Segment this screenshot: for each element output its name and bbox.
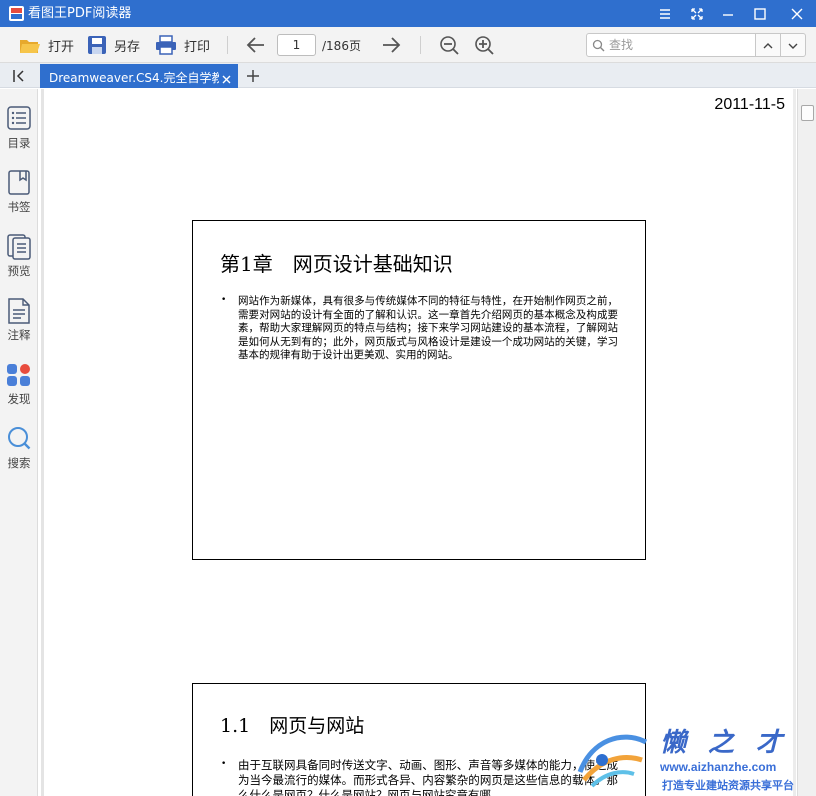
collapse-sidebar-button[interactable]	[12, 68, 26, 87]
zoom-in-icon	[475, 36, 494, 55]
plus-icon	[247, 70, 259, 82]
slide-body: 由于互联网具备同时传送文字、动画、图形、声音等多媒体的能力，使之成为当今最流行的…	[238, 758, 618, 796]
title-bar: 看图王PDF阅读器	[0, 0, 816, 27]
prev-page-button[interactable]	[245, 33, 267, 57]
chevron-down-icon	[788, 43, 798, 49]
sidebar-item-bookmarks[interactable]: 书签	[0, 169, 38, 227]
search-prev-button[interactable]	[755, 33, 781, 57]
page-edge	[41, 89, 44, 796]
saveas-button[interactable]: 另存	[87, 33, 140, 57]
fullscreen-icon[interactable]	[686, 3, 708, 25]
search-next-button[interactable]	[780, 33, 806, 57]
save-icon	[88, 36, 106, 54]
maximize-button[interactable]	[749, 3, 771, 25]
sidebar-item-toc[interactable]: 目录	[0, 105, 38, 163]
zoom-out-icon	[440, 36, 459, 55]
slide-title: 1.1 网页与网站	[220, 715, 365, 737]
annotation-icon	[8, 298, 30, 324]
page-edge	[793, 89, 796, 796]
bullet-marker: •	[221, 759, 227, 769]
preview-icon	[7, 234, 31, 260]
watermark-url: www.aizhanzhe.com	[660, 760, 777, 774]
collapse-left-icon	[13, 70, 24, 82]
toolbar-divider	[227, 36, 228, 54]
sidebar-label: 搜索	[7, 456, 31, 470]
saveas-label: 另存	[114, 39, 141, 55]
zoom-out-button[interactable]	[438, 33, 460, 57]
arrow-left-icon	[246, 37, 264, 53]
vertical-scrollbar[interactable]	[797, 89, 816, 796]
arrow-right-icon	[383, 37, 401, 53]
open-button[interactable]: 打开	[19, 33, 74, 57]
search-input[interactable]	[609, 36, 749, 54]
list-icon	[7, 106, 31, 130]
print-button[interactable]: 打印	[155, 33, 210, 57]
printer-icon	[156, 35, 176, 55]
zoom-in-button[interactable]	[473, 33, 495, 57]
sidebar-item-annotations[interactable]: 注释	[0, 297, 38, 355]
document-view[interactable]: 2011-11-5 第1章 网页设计基础知识 • 网站作为新媒体，具有很多与传统…	[39, 89, 797, 796]
tab-bar: Dreamweaver.CS4.完全自学教程	[0, 63, 816, 88]
close-button[interactable]	[786, 3, 808, 25]
watermark-logo-icon	[577, 734, 648, 788]
search-icon	[8, 427, 31, 450]
print-label: 打印	[184, 39, 211, 55]
watermark: 懒之才 www.aizhanzhe.com 打造专业建站资源共享平台	[568, 716, 816, 796]
window-title: 看图王PDF阅读器	[28, 6, 132, 21]
sidebar-label: 注释	[7, 328, 31, 342]
sidebar-label: 发现	[7, 392, 31, 406]
chevron-up-icon	[763, 43, 773, 49]
sidebar-label: 预览	[7, 264, 31, 278]
document-tab[interactable]: Dreamweaver.CS4.完全自学教程	[40, 64, 238, 88]
slide-body: 网站作为新媒体，具有很多与传统媒体不同的特征与特性，在开始制作网页之前，需要对网…	[238, 295, 618, 361]
sidebar-item-search[interactable]: 搜索	[0, 425, 38, 483]
tab-close-icon[interactable]	[221, 70, 232, 89]
sidebar-label: 目录	[7, 136, 31, 150]
page-total: /186页	[322, 39, 361, 53]
bookmark-icon	[8, 170, 30, 195]
scrollbar-thumb[interactable]	[801, 105, 814, 121]
slide-frame: 第1章 网页设计基础知识 • 网站作为新媒体，具有很多与传统媒体不同的特征与特性…	[192, 220, 646, 560]
app-logo-icon	[9, 6, 24, 21]
sidebar: 目录 书签 预览 注释 发现 搜索	[0, 89, 38, 796]
page-number-input[interactable]	[277, 34, 316, 56]
watermark-name: 懒之才	[660, 728, 805, 758]
sidebar-item-preview[interactable]: 预览	[0, 233, 38, 291]
menu-icon[interactable]	[654, 3, 676, 25]
folder-icon	[20, 40, 40, 53]
document-tab-label: Dreamweaver.CS4.完全自学教程	[49, 71, 219, 85]
slide-title: 第1章 网页设计基础知识	[220, 252, 453, 276]
search-icon	[592, 39, 605, 52]
open-label: 打开	[48, 39, 75, 55]
search-field[interactable]	[586, 33, 756, 57]
watermark-slogan: 打造专业建站资源共享平台	[662, 779, 794, 792]
toolbar: 打开 另存 打印 /186页	[0, 27, 816, 63]
add-tab-button[interactable]	[246, 68, 260, 87]
next-page-button[interactable]	[380, 33, 402, 57]
sidebar-label: 书签	[7, 200, 31, 214]
minimize-button[interactable]	[717, 3, 739, 25]
bullet-marker: •	[221, 295, 227, 305]
sidebar-item-discover[interactable]: 发现	[0, 361, 38, 419]
page-date: 2011-11-5	[714, 96, 785, 113]
discover-icon	[7, 364, 30, 386]
toolbar-divider	[420, 36, 421, 54]
